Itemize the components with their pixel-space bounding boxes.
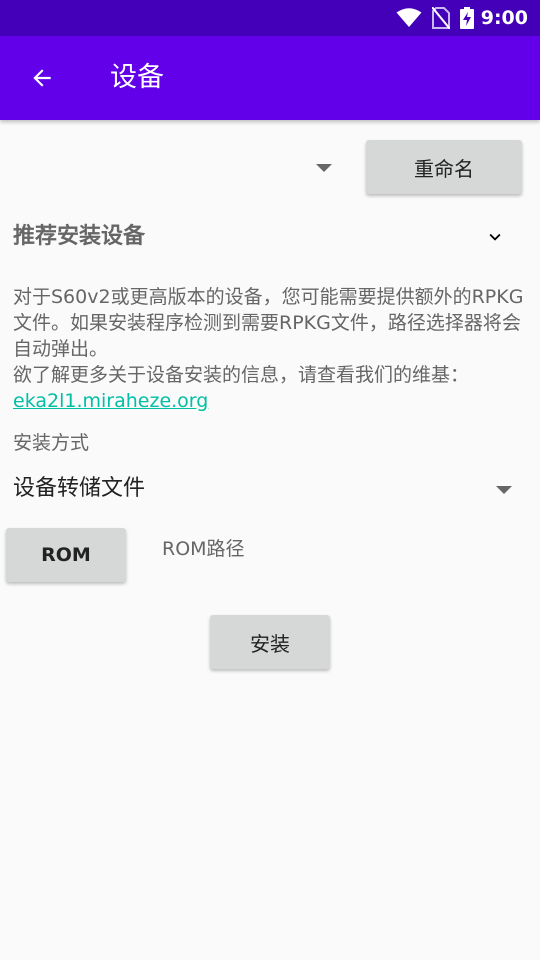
status-time: 9:00 xyxy=(480,7,528,29)
arrow-left-icon xyxy=(33,69,51,87)
recommended-section-title: 推荐安装设备 xyxy=(13,224,146,249)
app-bar: 设备 xyxy=(0,36,540,120)
description-wiki-prefix: 欲了解更多关于设备安装的信息，请查看我们的维基： xyxy=(13,364,470,386)
wifi-icon xyxy=(396,8,422,27)
chevron-down-icon xyxy=(489,233,501,241)
back-button[interactable] xyxy=(20,56,64,100)
install-method-spinner[interactable]: 设备转储文件 xyxy=(0,466,540,514)
no-sim-icon xyxy=(432,7,450,29)
dropdown-arrow-icon xyxy=(496,486,512,494)
wiki-link[interactable]: eka2l1.miraheze.org xyxy=(13,390,208,412)
description-wiki: 欲了解更多关于设备安装的信息，请查看我们的维基： eka2l1.miraheze.… xyxy=(13,362,533,414)
page-title: 设备 xyxy=(110,62,164,93)
dropdown-arrow-icon xyxy=(316,164,332,172)
status-icons xyxy=(396,6,474,30)
recommended-section-header[interactable]: 推荐安装设备 xyxy=(0,214,540,260)
description-rpkg: 对于S60v2或更高版本的设备，您可能需要提供额外的RPKG文件。如果安装程序检… xyxy=(13,286,524,360)
install-method-value: 设备转储文件 xyxy=(13,476,146,501)
battery-charging-icon xyxy=(460,7,474,29)
recommended-description: 对于S60v2或更高版本的设备，您可能需要提供额外的RPKG文件。如果安装程序检… xyxy=(13,284,533,414)
status-bar: 9:00 xyxy=(0,0,540,36)
rename-button[interactable]: 重命名 xyxy=(366,140,522,194)
rom-button[interactable]: ROM xyxy=(6,528,126,582)
install-button[interactable]: 安装 xyxy=(210,615,330,669)
device-spinner[interactable] xyxy=(0,140,350,196)
rom-path-label: ROM路径 xyxy=(162,538,245,560)
install-method-label: 安装方式 xyxy=(13,432,90,454)
